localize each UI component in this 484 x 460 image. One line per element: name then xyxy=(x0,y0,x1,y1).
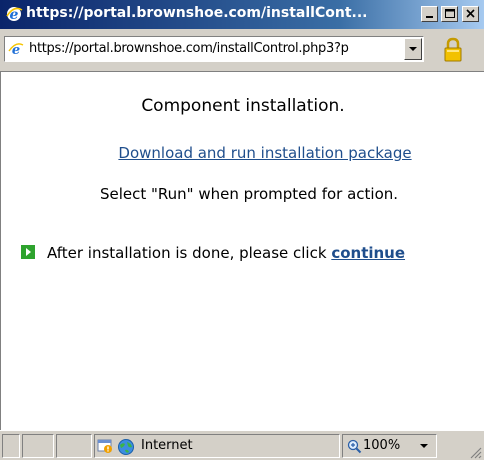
status-panel xyxy=(56,434,92,458)
ie-icon: e xyxy=(6,7,23,23)
page-content: Component installation. Download and run… xyxy=(0,72,484,430)
security-zone-panel[interactable]: Internet xyxy=(94,434,340,458)
continue-row: After installation is done, please click… xyxy=(21,244,405,262)
padlock-icon[interactable] xyxy=(440,37,466,63)
status-panel xyxy=(2,434,20,458)
green-arrow-icon xyxy=(21,245,35,259)
status-bar: Internet 100% xyxy=(0,430,484,460)
instruction-text: Select "Run" when prompted for action. xyxy=(99,185,399,203)
continue-link[interactable]: continue xyxy=(331,244,405,262)
address-bar: e https://portal.brownshoe.com/installCo… xyxy=(0,29,484,72)
ie-page-icon: e xyxy=(8,41,24,57)
resize-grip-icon[interactable] xyxy=(468,445,482,459)
close-icon xyxy=(466,9,475,18)
url-text[interactable]: https://portal.brownshoe.com/installCont… xyxy=(29,41,399,56)
chevron-down-icon[interactable] xyxy=(419,442,429,450)
download-link[interactable]: Download and run installation package xyxy=(1,144,484,162)
after-installation-text: After installation is done, please click xyxy=(47,244,332,262)
chevron-down-icon xyxy=(409,47,417,51)
status-panel xyxy=(22,434,54,458)
zoom-icon xyxy=(347,439,362,454)
page-heading: Component installation. xyxy=(141,96,345,116)
minimize-button[interactable] xyxy=(421,6,438,22)
window-title: https://portal.brownshoe.com/installCont… xyxy=(26,5,368,21)
internet-zone-label: Internet xyxy=(118,438,193,455)
maximize-icon xyxy=(445,9,455,18)
close-button[interactable] xyxy=(462,6,479,22)
address-dropdown-button[interactable] xyxy=(404,38,422,60)
maximize-button[interactable] xyxy=(441,6,458,22)
zoom-level: 100% xyxy=(363,438,401,453)
window-title-bar[interactable]: e https://portal.brownshoe.com/installCo… xyxy=(0,0,484,29)
globe-icon xyxy=(118,439,134,455)
protected-mode-icon xyxy=(97,439,112,453)
address-field[interactable]: e https://portal.brownshoe.com/installCo… xyxy=(4,36,424,62)
zoom-panel[interactable]: 100% xyxy=(342,434,437,458)
minimize-icon xyxy=(426,16,433,18)
